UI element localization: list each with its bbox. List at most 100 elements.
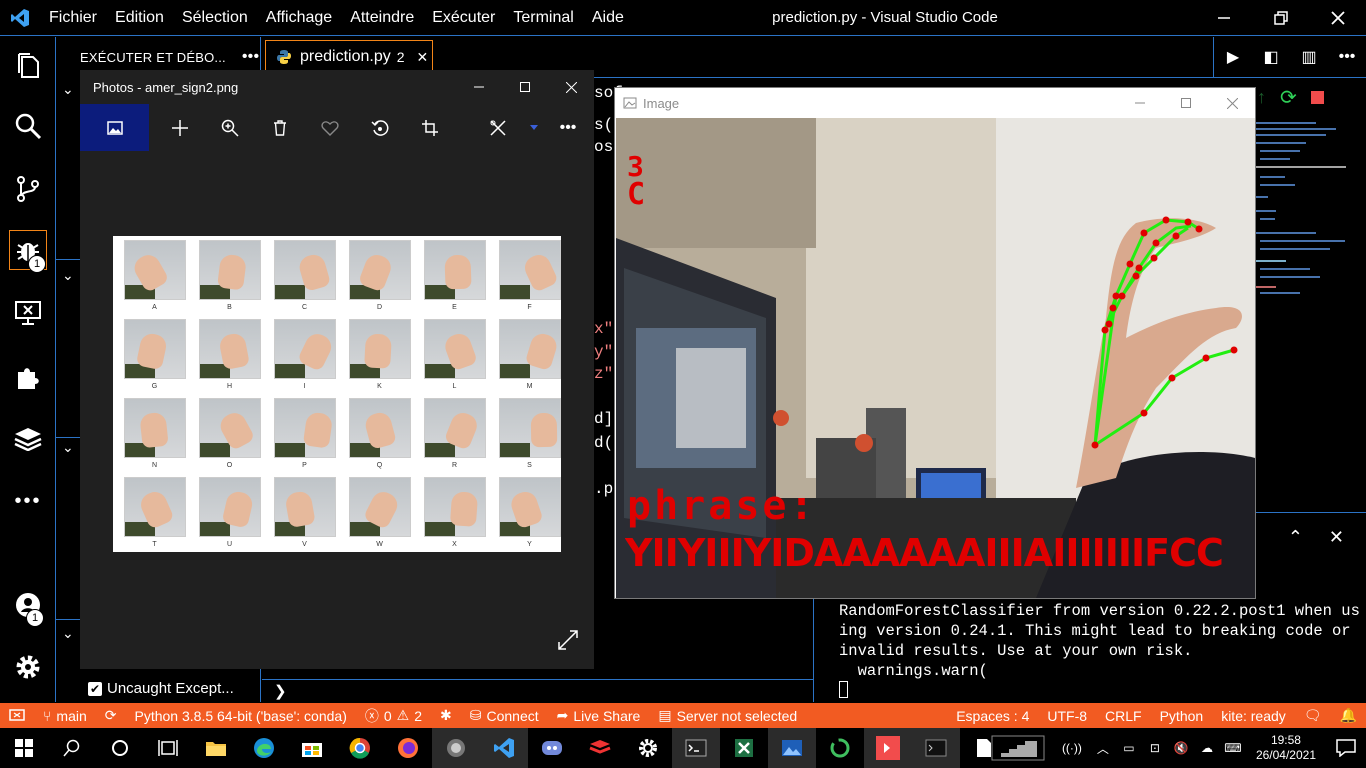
accounts-icon[interactable]: 1 — [8, 585, 48, 627]
menu-affichage[interactable]: Affichage — [257, 0, 341, 36]
server-status[interactable]: ▤ Server not selected — [649, 707, 806, 724]
dropdown-chevron-icon[interactable] — [523, 104, 545, 151]
connect-button[interactable]: ⛁ Connect — [461, 707, 548, 724]
source-control-icon[interactable] — [8, 169, 48, 209]
redis-icon[interactable] — [576, 728, 624, 768]
start-windows-icon[interactable] — [0, 728, 48, 768]
chevron-down-icon[interactable]: ⌄ — [62, 625, 74, 642]
menu-selection[interactable]: Sélection — [173, 0, 257, 36]
image-minimize-button[interactable] — [1117, 88, 1163, 118]
kite-status[interactable]: kite: ready — [1212, 708, 1295, 724]
more-actions-icon[interactable]: ••• — [1328, 48, 1366, 66]
more-options-icon[interactable]: ••• — [545, 104, 591, 151]
photos-maximize-button[interactable] — [502, 70, 548, 104]
excel-icon[interactable] — [720, 728, 768, 768]
add-icon[interactable] — [155, 104, 205, 151]
volume-mute-icon[interactable]: 🔇 — [1168, 728, 1194, 768]
terminal-output[interactable]: RandomForestClassifier from version 0.22… — [839, 601, 1360, 701]
show-hidden-icons-chevron-up-icon[interactable]: ︿ — [1090, 728, 1116, 768]
onedrive-cloud-icon[interactable]: ☁ — [1194, 728, 1220, 768]
restore-button[interactable] — [1252, 0, 1309, 36]
vscode-taskbar-icon[interactable] — [480, 728, 528, 768]
photos-app-icon[interactable] — [432, 728, 480, 768]
live-share-button[interactable]: ➦ Live Share — [548, 707, 650, 724]
tab-close-icon[interactable]: ✕ — [417, 49, 429, 66]
menu-atteindre[interactable]: Atteindre — [341, 0, 423, 36]
menu-terminal[interactable]: Terminal — [504, 0, 582, 36]
menu-executer[interactable]: Exécuter — [423, 0, 504, 36]
step-out-icon[interactable]: ↑ — [1257, 87, 1266, 108]
sync-app-icon[interactable] — [816, 728, 864, 768]
split-editor-icon[interactable]: ▥ — [1290, 47, 1328, 67]
favorite-heart-icon[interactable] — [305, 104, 355, 151]
tab-prediction-py[interactable]: prediction.py 2 ✕ — [265, 40, 433, 74]
debug-status[interactable]: ✱ — [431, 707, 461, 724]
terminal-icon[interactable] — [672, 728, 720, 768]
chevron-down-icon[interactable]: ⌄ — [62, 267, 74, 284]
minimize-button[interactable] — [1195, 0, 1252, 36]
image-close-button[interactable] — [1209, 88, 1255, 118]
store-icon[interactable] — [288, 728, 336, 768]
taskbar-clock[interactable]: 19:58 26/04/2021 — [1246, 733, 1326, 763]
view-image-icon[interactable] — [80, 104, 149, 151]
network-icon[interactable]: ⊡ — [1142, 728, 1168, 768]
feedback-icon[interactable]: 🗨 — [1295, 707, 1331, 724]
checkbox-checked-icon[interactable]: ✔ — [88, 681, 102, 696]
indentation-status[interactable]: Espaces : 4 — [947, 708, 1038, 724]
image-maximize-button[interactable] — [1163, 88, 1209, 118]
settings-gear-icon[interactable] — [624, 728, 672, 768]
close-panel-icon[interactable]: ✕ — [1329, 527, 1344, 548]
action-center-icon[interactable] — [1326, 728, 1366, 768]
notifications-bell-icon[interactable]: 🔔 — [1331, 707, 1366, 724]
eol-status[interactable]: CRLF — [1096, 708, 1151, 724]
layers-icon[interactable] — [8, 419, 48, 459]
command-prompt-icon[interactable] — [912, 728, 960, 768]
cortana-icon[interactable] — [96, 728, 144, 768]
sidebar-more-button[interactable]: ••• — [242, 48, 259, 66]
run-file-icon[interactable]: ▶ — [1214, 47, 1252, 67]
network-activity-icon[interactable] — [982, 728, 1054, 768]
chevron-down-icon[interactable]: ⌄ — [62, 439, 74, 456]
remote-indicator[interactable] — [0, 708, 34, 723]
crop-icon[interactable] — [405, 104, 455, 151]
close-button[interactable] — [1309, 0, 1366, 36]
breakpoint-uncaught-exceptions[interactable]: ✔ Uncaught Except... — [88, 680, 234, 697]
battery-icon[interactable]: ▭ — [1116, 728, 1142, 768]
python-interpreter[interactable]: Python 3.8.5 64-bit ('base': conda) — [126, 708, 356, 724]
photos-close-button[interactable] — [548, 70, 594, 104]
problems-indicator[interactable]: ⓧ 0 ⚠ 2 — [356, 706, 431, 726]
restart-icon[interactable]: ⟳ — [1280, 85, 1297, 110]
edit-tools-icon[interactable] — [473, 104, 523, 151]
compare-icon[interactable]: ◧ — [1252, 47, 1290, 67]
search-icon[interactable] — [8, 106, 48, 146]
more-icon[interactable]: ••• — [8, 481, 48, 521]
menu-edition[interactable]: Edition — [106, 0, 173, 36]
fullscreen-expand-icon[interactable] — [558, 630, 578, 655]
delete-trash-icon[interactable] — [255, 104, 305, 151]
run-debug-icon[interactable]: 1 — [9, 230, 47, 273]
encoding-status[interactable]: UTF-8 — [1038, 708, 1096, 724]
chrome-icon[interactable] — [336, 728, 384, 768]
stop-icon[interactable] — [1310, 91, 1324, 104]
settings-gear-icon[interactable] — [8, 647, 48, 687]
language-mode[interactable]: Python — [1151, 708, 1213, 724]
photos-minimize-button[interactable] — [456, 70, 502, 104]
menu-aide[interactable]: Aide — [583, 0, 633, 36]
menu-fichier[interactable]: Fichier — [40, 0, 106, 36]
chevron-down-icon[interactable]: ⌄ — [62, 81, 74, 98]
edge-browser-icon[interactable] — [240, 728, 288, 768]
debug-console-input[interactable]: ❯ — [262, 679, 813, 702]
search-icon[interactable] — [48, 728, 96, 768]
file-explorer-icon[interactable] — [192, 728, 240, 768]
discord-icon[interactable] — [528, 728, 576, 768]
maximize-panel-icon[interactable]: ⌃ — [1288, 527, 1303, 548]
wifi-antenna-icon[interactable]: ((·)) — [1054, 728, 1090, 768]
kite-app-icon[interactable] — [864, 728, 912, 768]
zoom-icon[interactable] — [205, 104, 255, 151]
extensions-icon[interactable] — [8, 357, 48, 397]
remote-explorer-icon[interactable] — [8, 293, 48, 333]
explorer-icon[interactable] — [8, 45, 48, 85]
branch-indicator[interactable]: ⑂ main — [34, 708, 96, 724]
firefox-icon[interactable] — [384, 728, 432, 768]
sync-button[interactable]: ⟳ — [96, 707, 126, 724]
